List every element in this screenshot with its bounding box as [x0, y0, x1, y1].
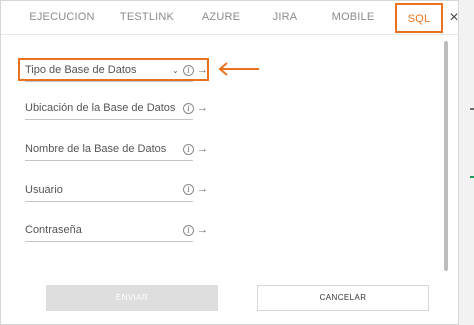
tab-jira[interactable]: JIRA: [263, 1, 307, 34]
cancel-button[interactable]: CANCELAR: [257, 285, 429, 311]
tab-mobile[interactable]: MOBILE: [323, 1, 383, 34]
database-name-field[interactable]: Nombre de la Base de Datos: [25, 141, 193, 161]
tab-ejecucion[interactable]: EJECUCION: [19, 1, 105, 34]
tab-bar: EJECUCION TESTLINK AZURE JIRA MOBILE SQL: [1, 1, 460, 35]
arrow-right-icon[interactable]: →: [197, 225, 208, 236]
info-icon[interactable]: i: [183, 144, 194, 155]
database-location-label: Ubicación de la Base de Datos: [25, 102, 176, 114]
background-mark: [470, 108, 474, 110]
background-page-strip: [459, 0, 474, 325]
arrow-right-icon[interactable]: →: [197, 144, 208, 155]
arrow-right-icon[interactable]: →: [197, 103, 208, 114]
database-location-field[interactable]: Ubicación de la Base de Datos: [25, 100, 193, 120]
send-button[interactable]: ENVIAR: [46, 285, 218, 311]
tab-testlink[interactable]: TESTLINK: [111, 1, 183, 34]
database-name-label: Nombre de la Base de Datos: [25, 143, 167, 155]
password-label: Contraseña: [25, 224, 82, 236]
callout-arrow-icon: [218, 62, 259, 76]
arrow-right-icon[interactable]: →: [197, 184, 208, 195]
background-mark: [470, 176, 474, 178]
info-icon[interactable]: i: [183, 184, 194, 195]
tab-azure[interactable]: AZURE: [193, 1, 249, 34]
sql-config-dialog: EJECUCION TESTLINK AZURE JIRA MOBILE SQL…: [0, 0, 460, 325]
password-field[interactable]: Contraseña: [25, 222, 193, 242]
info-icon[interactable]: i: [183, 225, 194, 236]
scrollbar[interactable]: [444, 41, 448, 271]
user-label: Usuario: [25, 184, 63, 196]
highlight-box: [18, 58, 209, 81]
tab-sql[interactable]: SQL: [395, 3, 443, 33]
user-field[interactable]: Usuario: [25, 182, 193, 202]
info-icon[interactable]: i: [183, 103, 194, 114]
